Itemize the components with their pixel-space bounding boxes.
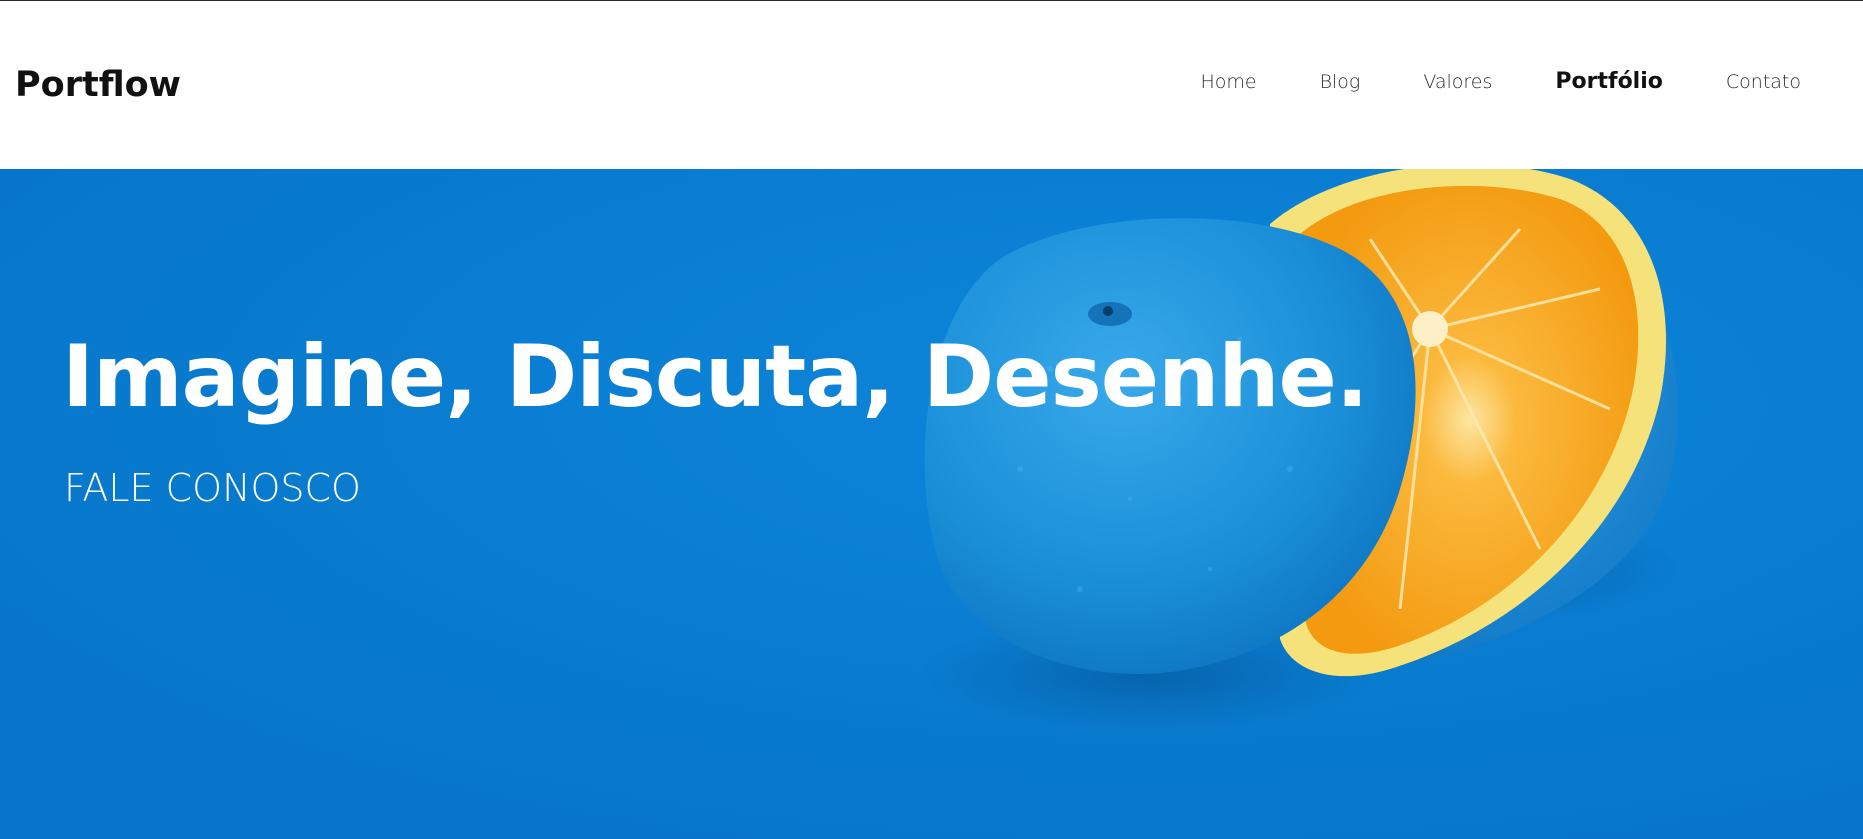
main-nav: Home Blog Valores Portfólio Contato [1200,69,1801,95]
nav-item-home[interactable]: Home [1200,69,1256,95]
hero-headline: Imagine, Discuta, Desenhe. [62,327,1369,427]
nav-item-contato[interactable]: Contato [1726,69,1801,95]
hero-section: Imagine, Discuta, Desenhe. FALE CONOSCO [0,169,1863,839]
nav-item-valores[interactable]: Valores [1423,69,1492,95]
contact-cta-link[interactable]: FALE CONOSCO [64,465,361,511]
site-header: Portflow Home Blog Valores Portfólio Con… [0,1,1863,169]
nav-item-blog[interactable]: Blog [1320,69,1361,95]
brand-logo[interactable]: Portflow [15,63,181,107]
nav-item-portfolio[interactable]: Portfólio [1555,69,1663,95]
